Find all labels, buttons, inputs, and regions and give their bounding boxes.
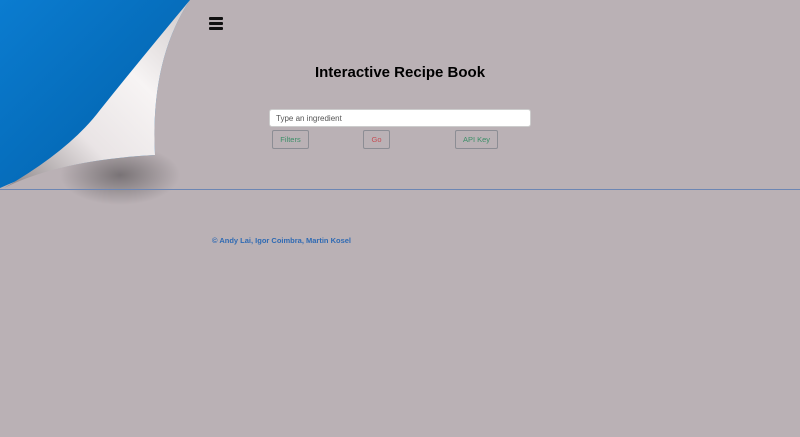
menu-bar bbox=[209, 22, 223, 25]
menu-bar bbox=[209, 17, 223, 20]
menu-bar bbox=[209, 27, 223, 30]
page-title: Interactive Recipe Book bbox=[314, 64, 486, 81]
filters-button[interactable]: Filters bbox=[272, 130, 309, 149]
footer-credits: © Andy Lai, Igor Coimbra, Martin Kosel bbox=[212, 236, 352, 245]
page-curl-decoration bbox=[0, 0, 190, 205]
hamburger-menu-icon[interactable] bbox=[209, 17, 223, 30]
go-button[interactable]: Go bbox=[363, 130, 390, 149]
ingredient-search-input[interactable] bbox=[269, 109, 531, 127]
section-divider bbox=[0, 189, 800, 190]
api-key-button[interactable]: API Key bbox=[455, 130, 498, 149]
